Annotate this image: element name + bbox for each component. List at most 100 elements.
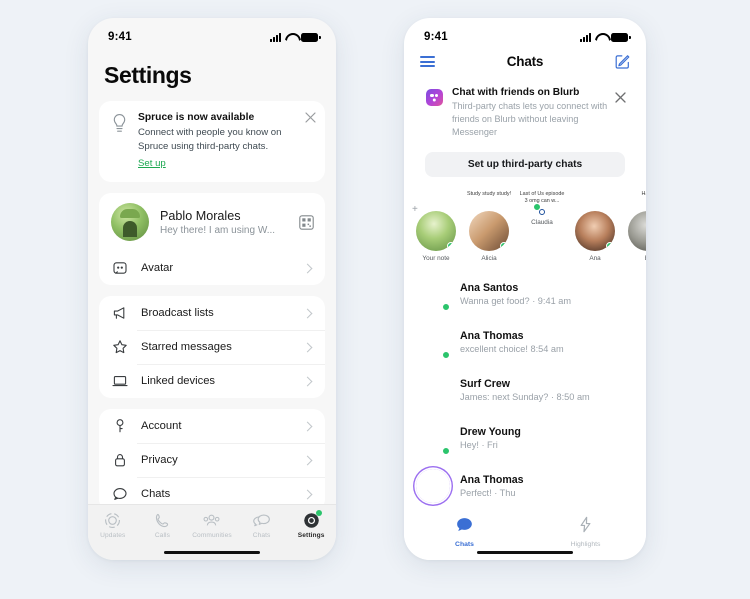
chats-header: Chats [404, 48, 646, 79]
avatar [416, 469, 450, 503]
phone-mockup-chats: 9:41 Chats Chat with friends on Blurb Th… [404, 18, 646, 560]
tab-communities[interactable]: Communities [187, 512, 237, 539]
profile-row[interactable]: Pablo Morales Hey there! I am using W... [99, 193, 325, 251]
sidebar-item-avatar[interactable]: Avatar [99, 251, 325, 285]
settings-group-two: Account Privacy Chats [99, 409, 325, 512]
tab-chats[interactable]: Chats [237, 512, 287, 539]
tab-label: Chats [252, 532, 271, 539]
megaphone-icon [112, 305, 128, 321]
status-time: 9:41 [108, 31, 132, 43]
tab-calls[interactable]: Calls [138, 512, 188, 539]
sidebar-item-broadcast-lists[interactable]: Broadcast lists [99, 296, 325, 330]
tab-settings[interactable]: Settings [286, 510, 336, 539]
list-item[interactable]: Ana Thomas Perfect! · Thu [404, 462, 646, 510]
list-item[interactable]: Surf Crew James: next Sunday? · 8:50 am [404, 366, 646, 414]
stories-row[interactable]: + Your note Study study study! Alicia La… [404, 186, 646, 268]
story-unread-ring [533, 202, 545, 215]
tab-label: Chats [455, 541, 474, 548]
key-icon [112, 418, 128, 434]
close-icon[interactable] [305, 110, 316, 123]
blurb-heading: Chat with friends on Blurb [452, 87, 580, 98]
qr-code-icon[interactable] [299, 214, 314, 230]
sidebar-item-linked-devices[interactable]: Linked devices [99, 364, 325, 398]
battery-icon [301, 32, 321, 42]
status-time: 9:41 [424, 31, 448, 43]
tab-label: Communities [192, 532, 232, 539]
profile-name: Pablo Morales [160, 208, 241, 223]
story-label: Claudia [531, 218, 553, 226]
story-item-self[interactable]: + Your note [412, 195, 459, 262]
wifi-icon [595, 33, 607, 42]
online-indicator [447, 241, 455, 250]
chat-name: Ana Santos [460, 281, 519, 294]
sidebar-item-privacy[interactable]: Privacy [99, 443, 325, 477]
profile-card: Pablo Morales Hey there! I am using W...… [99, 193, 325, 286]
compose-icon[interactable] [615, 54, 630, 69]
settings-group-one: Broadcast lists Starred messages Linked … [99, 296, 325, 399]
hamburger-menu-icon[interactable] [420, 56, 435, 67]
avatar-face-icon [112, 260, 128, 276]
spruce-setup-link[interactable]: Set up [138, 158, 166, 169]
sidebar-item-label: Linked devices [141, 375, 216, 388]
page-title: Settings [104, 62, 192, 88]
chat-preview: Hey! · Fri [460, 439, 498, 450]
chevron-right-icon [302, 376, 313, 387]
chevron-right-icon [302, 263, 313, 274]
tab-chats[interactable]: Chats [404, 516, 525, 548]
avatar [416, 277, 450, 311]
tab-updates[interactable]: Updates [88, 512, 138, 539]
close-icon[interactable] [615, 90, 626, 103]
chevron-right-icon [302, 308, 313, 319]
status-bar: 9:41 [404, 18, 646, 48]
chat-name: Surf Crew [460, 377, 511, 390]
sidebar-item-starred-messages[interactable]: Starred messages [99, 330, 325, 364]
list-item[interactable]: Drew Young Hey! · Fri [404, 414, 646, 462]
lightning-bolt-icon [577, 516, 594, 538]
story-label: Your note [422, 254, 450, 262]
online-indicator [500, 241, 508, 250]
tab-label: Updates [100, 532, 126, 539]
home-indicator [164, 550, 260, 554]
story-label: Ana [589, 254, 601, 262]
battery-icon [611, 32, 631, 42]
chat-name: Ana Thomas [460, 329, 524, 342]
spruce-heading: Spruce is now available [138, 112, 255, 123]
setup-third-party-chats-button[interactable]: Set up third-party chats [425, 151, 625, 177]
tab-label: Settings [297, 532, 325, 539]
spruce-banner: Spruce is now available Connect with peo… [99, 101, 325, 183]
lock-icon [112, 452, 128, 468]
avatar [628, 210, 646, 251]
phone-icon [152, 512, 172, 529]
laptop-icon [112, 373, 128, 389]
profile-status: Hey there! I am using W... [160, 224, 276, 236]
story-item-br[interactable]: Hang Br [625, 191, 646, 262]
story-label: Br [645, 255, 646, 262]
chat-bubble-icon [112, 486, 128, 502]
story-item-claudia[interactable]: Last of Us episode 3 omg can w... Claudi… [519, 191, 565, 262]
chat-bubble-icon [455, 516, 474, 538]
tab-label: Highlights [570, 541, 601, 548]
add-note-icon[interactable]: + [412, 204, 421, 214]
status-bar: 9:41 [88, 18, 336, 48]
list-item[interactable]: Ana Thomas excellent choice! 8:54 am [404, 318, 646, 366]
page-title: Chats [506, 54, 544, 69]
online-indicator [442, 302, 450, 311]
star-icon [112, 339, 128, 355]
sidebar-item-label: Chats [141, 488, 171, 501]
tab-highlights[interactable]: Highlights [525, 516, 646, 548]
story-note: Last of Us episode 3 omg can w... [519, 190, 565, 204]
communities-icon [202, 512, 222, 529]
list-item[interactable]: Ana Santos Wanna get food? · 9:41 am [404, 270, 646, 318]
story-item-ana[interactable]: Ana [572, 195, 618, 262]
chevron-right-icon [302, 455, 313, 466]
status-icons [270, 32, 321, 42]
wifi-icon [285, 33, 297, 42]
chevron-right-icon [302, 342, 313, 353]
sidebar-item-account[interactable]: Account [99, 409, 325, 443]
online-indicator [442, 350, 450, 359]
story-label: Alicia [481, 254, 497, 262]
phone-mockup-settings: 9:41 Settings Spruce is now available Co… [88, 18, 336, 560]
sidebar-item-label: Starred messages [141, 341, 232, 354]
avatar [416, 210, 456, 251]
story-item-alicia[interactable]: Study study study! Alicia [466, 191, 512, 262]
